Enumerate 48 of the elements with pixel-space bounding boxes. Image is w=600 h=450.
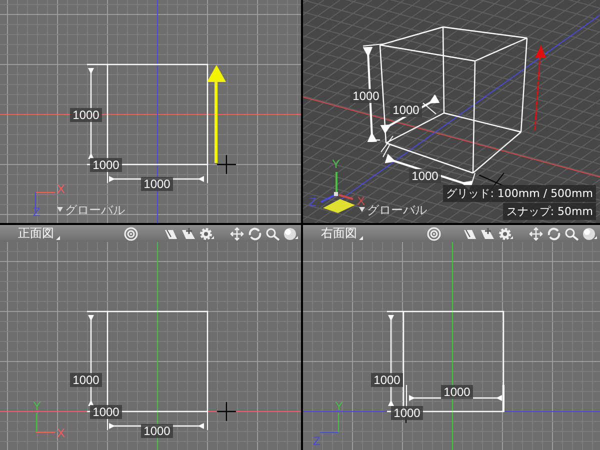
- dimension-label: 1000: [141, 424, 173, 438]
- dimension-label: 1000: [371, 373, 403, 387]
- rotate-icon[interactable]: [247, 226, 263, 240]
- axis-gizmo-drawing: [320, 172, 355, 213]
- crosshair-icon: [216, 154, 237, 175]
- dropdown-triangle-icon[interactable]: [359, 207, 365, 212]
- move-arrow-handle[interactable]: [534, 45, 546, 130]
- dimension-label: 1000: [391, 406, 423, 420]
- sphere-icon[interactable]: [283, 226, 299, 240]
- dimension-label: 1000: [90, 158, 122, 172]
- dimension-label: 1000: [70, 373, 102, 387]
- target-icon[interactable]: [427, 226, 441, 240]
- dimension-label: 1000: [350, 89, 382, 103]
- axis-label: X: [57, 426, 66, 440]
- axis-label: Z: [33, 205, 40, 219]
- axis-label: Z: [313, 434, 320, 448]
- gear-icon[interactable]: [199, 226, 215, 240]
- axis-label: Y: [33, 399, 42, 413]
- move-arrow-handle[interactable]: [207, 65, 226, 163]
- gear-icon[interactable]: [498, 226, 514, 240]
- target-icon[interactable]: [124, 226, 138, 240]
- sphere-icon[interactable]: [582, 226, 598, 240]
- slope-plus-icon[interactable]: [480, 226, 496, 240]
- axis-label: X: [57, 182, 66, 196]
- dimension-label: 1000: [141, 177, 173, 191]
- crosshair-icon: [216, 401, 237, 422]
- dimension-label: 1000: [70, 108, 102, 122]
- axis-label: Y: [332, 157, 340, 171]
- dimension-label: 1000: [441, 385, 473, 399]
- axis-label: X: [357, 194, 366, 208]
- coordinate-system-menu[interactable]: グローバル: [65, 203, 125, 217]
- axis-label: Z: [309, 195, 316, 209]
- dimension-label: 1000: [390, 103, 422, 117]
- rotate-icon[interactable]: [546, 226, 562, 240]
- viewport-info-text: グリッド: 100mm / 500mm: [443, 185, 596, 202]
- view-menu-button[interactable]: 正面図: [16, 226, 60, 241]
- view-menu-button[interactable]: 右面図: [319, 226, 363, 241]
- coordinate-system-menu[interactable]: グローバル: [367, 203, 427, 217]
- axis-label: Y: [335, 399, 344, 413]
- dimension-label: 1000: [90, 405, 122, 419]
- slope-plus-icon[interactable]: [181, 226, 197, 240]
- move-arrows-icon[interactable]: [528, 226, 544, 240]
- viewport-info-text: スナップ: 50mm: [503, 203, 596, 220]
- search-icon[interactable]: [265, 226, 281, 240]
- dimension-label: 1000: [409, 169, 441, 183]
- dropdown-triangle-icon[interactable]: [57, 207, 63, 212]
- move-arrows-icon[interactable]: [229, 226, 245, 240]
- search-icon[interactable]: [564, 226, 580, 240]
